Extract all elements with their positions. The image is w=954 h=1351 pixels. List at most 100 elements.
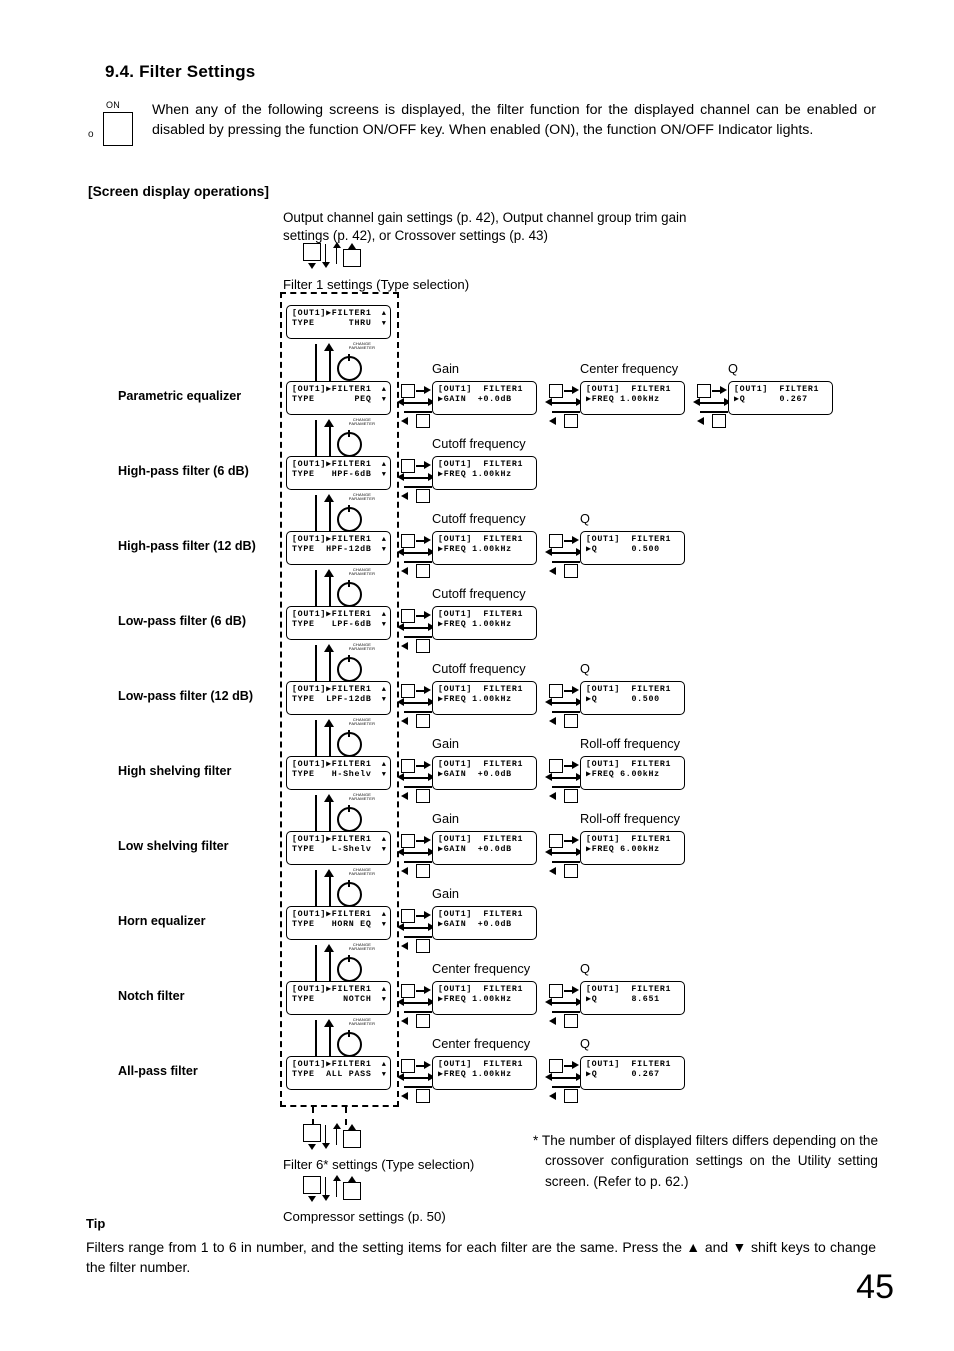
knob-notch-icon: [348, 730, 351, 737]
shift-down-key-icon: [303, 1176, 321, 1194]
connector-line: [401, 477, 429, 479]
screen-display-operations-heading: [Screen display operations]: [88, 184, 269, 199]
up-arrow-icon: [324, 343, 334, 351]
right-arrow-icon: [720, 386, 727, 394]
filter-type-label: High shelving filter: [118, 764, 232, 778]
connector-line: [416, 1065, 425, 1067]
page-title: 9.4. Filter Settings: [105, 62, 255, 82]
lcd-line2-parameter-value: ▶FREQ 6.00kHz: [586, 845, 660, 855]
right-arrow-icon: [424, 686, 431, 694]
key-square-icon: [401, 609, 415, 623]
shift-up-key-icon: [343, 249, 361, 267]
key-square-icon: [564, 789, 578, 803]
up-arrow-icon: [324, 569, 334, 577]
filter6-settings-label: Filter 6* settings (Type selection): [283, 1157, 475, 1172]
connector-line: [697, 402, 725, 404]
up-arrow-icon: [324, 644, 334, 652]
indicator-dot-icon: o: [88, 129, 94, 140]
filter-type-label: Notch filter: [118, 989, 185, 1003]
lcd-line1: [OUT1]▶FILTER1: [292, 385, 372, 394]
lcd-line1: [OUT1] FILTER1: [438, 385, 524, 394]
connector-line: [404, 786, 432, 788]
left-arrow-icon: [397, 398, 404, 406]
key-square-icon: [416, 489, 430, 503]
lcd-parameter-screen: [OUT1] FILTER1 ▶FREQ 6.00kHz: [580, 756, 685, 790]
left-arrow-icon: [401, 491, 408, 500]
parameter-caption: Q: [580, 961, 590, 976]
filter-type-label: High-pass filter (12 dB): [118, 539, 256, 553]
lcd-line2-parameter-value: ▶Q 0.267: [734, 395, 808, 405]
connector-line: [552, 1011, 580, 1013]
key-square-icon: [564, 1089, 578, 1103]
on-label: ON: [106, 100, 121, 110]
lcd-type-screen: [OUT1]▶FILTER1 ▲ TYPE ALL PASS ▼: [286, 1056, 391, 1090]
lcd-line1: [OUT1]▶FILTER1: [292, 460, 372, 469]
lcd-line1: [OUT1] FILTER1: [586, 1060, 672, 1069]
key-square-icon: [416, 639, 430, 653]
compressor-settings-label: Compressor settings (p. 50): [283, 1209, 446, 1224]
knob-top-caption: CHANGE PARAMETER: [348, 1017, 376, 1027]
parameter-caption: Center frequency: [432, 1036, 531, 1051]
scroll-up-arrow-icon: ▲: [381, 460, 386, 469]
left-arrow-icon: [549, 416, 556, 425]
key-square-icon: [416, 1014, 430, 1028]
connector-line: [404, 561, 432, 563]
right-arrow-icon: [424, 611, 431, 619]
right-arrow-icon: [572, 1061, 579, 1069]
lcd-line1: [OUT1]▶FILTER1: [292, 309, 372, 318]
key-square-icon: [549, 1059, 563, 1073]
lcd-line1: [OUT1] FILTER1: [438, 610, 524, 619]
scroll-up-arrow-icon: ▲: [381, 309, 386, 318]
key-square-icon: [549, 534, 563, 548]
left-arrow-icon: [545, 1073, 552, 1081]
connector-line: [404, 711, 432, 713]
shift-up-key-icon: [343, 1130, 361, 1148]
left-arrow-icon: [397, 848, 404, 856]
lcd-parameter-screen: [OUT1] FILTER1 ▶Q 8.651: [580, 981, 685, 1015]
parameter-caption: Cutoff frequency: [432, 661, 526, 676]
lcd-line1: [OUT1] FILTER1: [586, 835, 672, 844]
scroll-down-arrow-icon: ▼: [381, 695, 386, 704]
lcd-type-screen: [OUT1]▶FILTER1 ▲ TYPE LPF-6dB ▼: [286, 606, 391, 640]
connector-line: [416, 915, 425, 917]
down-arrow-icon: [308, 1196, 316, 1202]
knob-top-caption: CHANGE PARAMETER: [348, 417, 376, 427]
key-square-icon: [549, 684, 563, 698]
right-arrow-icon: [424, 911, 431, 919]
onoff-note-text: When any of the following screens is dis…: [152, 102, 876, 139]
connector-line: [700, 411, 728, 413]
lcd-parameter-screen: [OUT1] FILTER1 ▶FREQ 1.00kHz: [432, 606, 537, 640]
left-arrow-icon: [549, 716, 556, 725]
down-arrow-icon: [308, 263, 316, 269]
key-square-icon: [401, 834, 415, 848]
lcd-parameter-screen: [OUT1] FILTER1 ▶GAIN +0.0dB: [432, 831, 537, 865]
connector-line: [549, 402, 577, 404]
parameter-caption: Center frequency: [432, 961, 531, 976]
key-square-icon: [401, 459, 415, 473]
left-arrow-icon: [545, 698, 552, 706]
left-arrow-icon: [549, 566, 556, 575]
connector-line: [401, 852, 429, 854]
key-square-icon: [401, 1059, 415, 1073]
section-title-text: Filter Settings: [139, 62, 256, 81]
left-arrow-icon: [401, 716, 408, 725]
lcd-parameter-screen: [OUT1] FILTER1 ▶FREQ 1.00kHz: [432, 981, 537, 1015]
key-square-icon: [712, 414, 726, 428]
scroll-down-arrow-icon: ▼: [381, 1070, 386, 1079]
connector-line: [552, 1086, 580, 1088]
lcd-line2-type-value: TYPE L-Shelv: [292, 845, 372, 855]
lcd-parameter-screen: [OUT1] FILTER1 ▶GAIN +0.0dB: [432, 906, 537, 940]
lcd-parameter-screen: [OUT1] FILTER1 ▶Q 0.500: [580, 681, 685, 715]
up-stem-icon: [336, 1127, 337, 1145]
left-arrow-icon: [693, 398, 700, 406]
scroll-up-arrow-icon: ▲: [381, 985, 386, 994]
key-square-icon: [416, 714, 430, 728]
lcd-line1: [OUT1] FILTER1: [586, 985, 672, 994]
parameter-caption: Gain: [432, 736, 460, 751]
connector-line: [549, 702, 577, 704]
entry-source-label: Output channel gain settings (p. 42), Ou…: [283, 210, 687, 244]
filter-type-label: Parametric equalizer: [118, 389, 242, 403]
parameter-caption: Cutoff frequency: [432, 436, 526, 451]
key-square-icon: [401, 384, 415, 398]
connector-line: [552, 411, 580, 413]
